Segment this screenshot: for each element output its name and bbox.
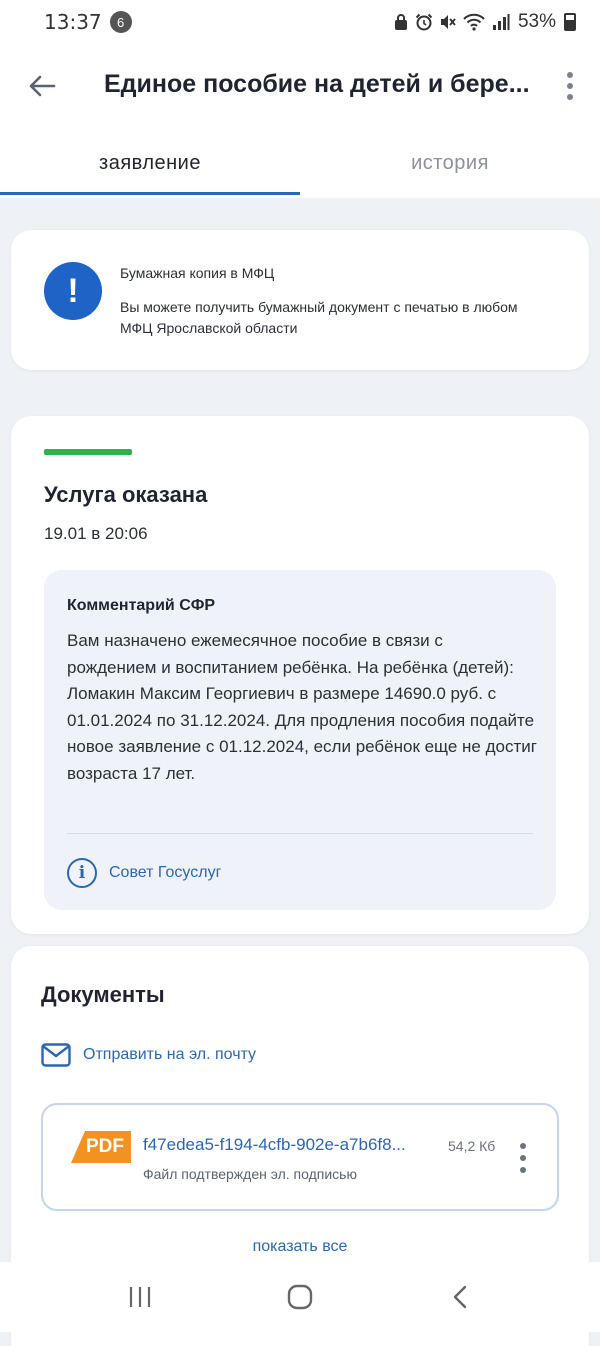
service-status-card: Услуга оказана 19.01 в 20:06 Комментарий… [11, 416, 589, 934]
tabs: заявление история [0, 128, 600, 198]
more-dot-icon [567, 72, 573, 78]
file-size: 54,2 Кб [448, 1138, 496, 1154]
arrow-left-icon [29, 75, 56, 97]
file-name[interactable]: f47edea5-f194-4cfb-902e-a7b6f8... [143, 1135, 438, 1155]
tab-history[interactable]: история [300, 128, 600, 198]
comment-box: Комментарий СФР Вам назначено ежемесячно… [44, 570, 556, 910]
status-title: Услуга оказана [44, 482, 208, 507]
more-dot-icon [520, 1155, 526, 1161]
mfc-notice-text: Вы можете получить бумажный документ с п… [120, 299, 518, 336]
file-signature-status: Файл подтвержден эл. подписью [143, 1166, 357, 1182]
mute-icon [440, 15, 456, 29]
notification-count-badge: 6 [109, 11, 132, 33]
recent-apps-icon [129, 1287, 151, 1307]
mfc-notice-title: Бумажная копия в МФЦ [120, 265, 275, 281]
status-time: 13:37 [44, 10, 102, 34]
info-icon: i [67, 858, 97, 888]
app-bar: Единое пособие на детей и бере... [0, 44, 600, 128]
status-right: 53% [394, 11, 576, 33]
mfc-notice-card: ! Бумажная копия в МФЦ Вы можете получит… [11, 230, 589, 370]
mail-icon [41, 1043, 71, 1067]
tip-label: Совет Госуслуг [109, 864, 222, 881]
recent-apps-button[interactable] [110, 1272, 170, 1322]
more-dot-icon [567, 83, 573, 89]
show-all-link[interactable]: показать все [11, 1238, 589, 1256]
more-dot-icon [567, 94, 573, 100]
wifi-icon [463, 13, 485, 31]
lock-icon [394, 14, 407, 30]
more-dot-icon [520, 1143, 526, 1149]
system-nav-bar [0, 1262, 600, 1332]
signal-icon [492, 14, 510, 30]
status-date: 19.01 в 20:06 [44, 524, 148, 543]
home-button[interactable] [270, 1272, 330, 1322]
send-email-label: Отправить на эл. почту [83, 1046, 257, 1063]
status-bar: 13:37 6 53% [0, 0, 600, 44]
back-button[interactable] [22, 66, 62, 106]
alarm-icon [415, 13, 433, 31]
status-icons [394, 13, 510, 31]
back-nav-button[interactable] [430, 1272, 490, 1322]
more-dot-icon [520, 1167, 526, 1173]
tab-application[interactable]: заявление [0, 128, 300, 198]
divider [67, 833, 533, 834]
battery-icon [564, 13, 576, 31]
home-icon [287, 1284, 313, 1310]
chevron-left-icon [453, 1285, 467, 1309]
comment-text: Вам назначено ежемесячное пособие в связ… [67, 631, 537, 783]
documents-title: Документы [41, 982, 165, 1007]
file-more-button[interactable] [517, 1143, 529, 1173]
pdf-file-icon: PDF [71, 1131, 131, 1163]
file-item[interactable]: PDF f47edea5-f194-4cfb-902e-a7b6f8... 54… [41, 1103, 559, 1211]
status-indicator-bar [44, 449, 132, 455]
exclamation-icon: ! [44, 262, 102, 320]
comment-title: Комментарий СФР [67, 597, 216, 614]
page-title: Единое пособие на детей и бере... [104, 70, 530, 98]
send-email-link[interactable]: Отправить на эл. почту [41, 1043, 256, 1067]
battery-percent: 53% [517, 11, 556, 32]
gosuslugi-tip-link[interactable]: i Совет Госуслуг [67, 858, 221, 888]
more-options-button[interactable] [558, 66, 582, 106]
